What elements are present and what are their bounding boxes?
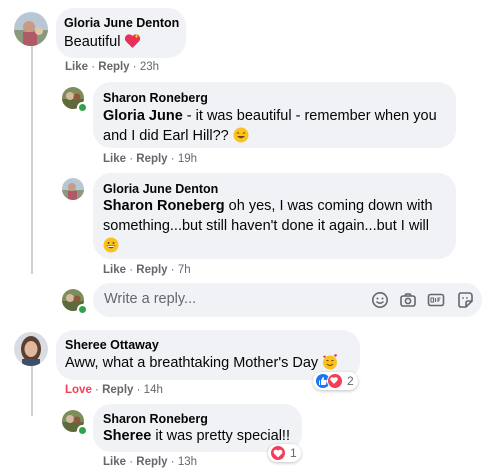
reaction-summary[interactable]: 2 [313, 372, 358, 390]
camera-icon[interactable] [399, 291, 417, 309]
comment-text: Gloria June - it was beautiful - remembe… [103, 106, 453, 149]
avatar[interactable] [62, 178, 84, 200]
comment-author[interactable]: Gloria June Denton [103, 182, 218, 196]
comment-actions: Like · Reply · 13h [103, 456, 198, 468]
love-button[interactable]: Love [65, 384, 92, 396]
comment-text: Aww, what a breathtaking Mother's Day [65, 353, 339, 376]
comment-text: Beautiful [64, 32, 141, 55]
reply-placeholder: Write a reply... [104, 291, 197, 307]
sparkling-heart-icon [124, 33, 141, 55]
reaction-summary[interactable]: 1 [268, 444, 301, 462]
comment-author[interactable]: Sharon Roneberg [103, 412, 208, 426]
comment-actions: Like · Reply · 19h [103, 153, 198, 165]
reply-button[interactable]: Reply [136, 456, 167, 468]
reply-button[interactable]: Reply [136, 153, 167, 165]
mention-link[interactable]: Sheree [103, 428, 151, 444]
comment-actions: Like · Reply · 7h [103, 264, 191, 276]
reply-button[interactable]: Reply [102, 384, 133, 396]
comment-author[interactable]: Gloria June Denton [64, 16, 179, 30]
comment-actions: Like · Reply · 23h [65, 61, 160, 73]
comment-actions: Love · Reply · 14h [65, 384, 163, 396]
online-status-indicator [77, 425, 88, 436]
comment-author[interactable]: Sheree Ottaway [65, 338, 159, 352]
grinning-face-icon [233, 127, 249, 149]
gif-icon[interactable] [427, 291, 445, 309]
thread-line [31, 366, 33, 416]
love-reaction-icon [271, 446, 285, 460]
grinning-face-icon [103, 237, 119, 259]
like-button[interactable]: Like [103, 264, 126, 276]
reaction-count: 1 [290, 446, 297, 460]
emoji-icon[interactable] [371, 291, 389, 309]
reaction-count: 2 [347, 374, 354, 388]
timestamp[interactable]: 14h [144, 384, 163, 396]
mention-link[interactable]: Gloria June [103, 108, 183, 124]
sticker-icon[interactable] [456, 291, 474, 309]
reply-button[interactable]: Reply [98, 61, 129, 73]
timestamp[interactable]: 7h [178, 264, 191, 276]
comment-author[interactable]: Sharon Roneberg [103, 91, 208, 105]
avatar[interactable] [14, 332, 48, 366]
comment-text: Sheree it was pretty special!! [103, 428, 290, 444]
like-button[interactable]: Like [65, 61, 88, 73]
comment-text: Sharon Roneberg oh yes, I was coming dow… [103, 196, 453, 259]
timestamp[interactable]: 19h [178, 153, 197, 165]
like-button[interactable]: Like [103, 153, 126, 165]
thread-line [31, 44, 33, 274]
reply-button[interactable]: Reply [136, 264, 167, 276]
timestamp[interactable]: 13h [178, 456, 197, 468]
love-reaction-icon [327, 373, 343, 389]
online-status-indicator [77, 102, 88, 113]
avatar[interactable] [14, 12, 48, 46]
mention-link[interactable]: Sharon Roneberg [103, 198, 225, 214]
timestamp[interactable]: 23h [140, 61, 159, 73]
online-status-indicator [77, 304, 88, 315]
like-button[interactable]: Like [103, 456, 126, 468]
